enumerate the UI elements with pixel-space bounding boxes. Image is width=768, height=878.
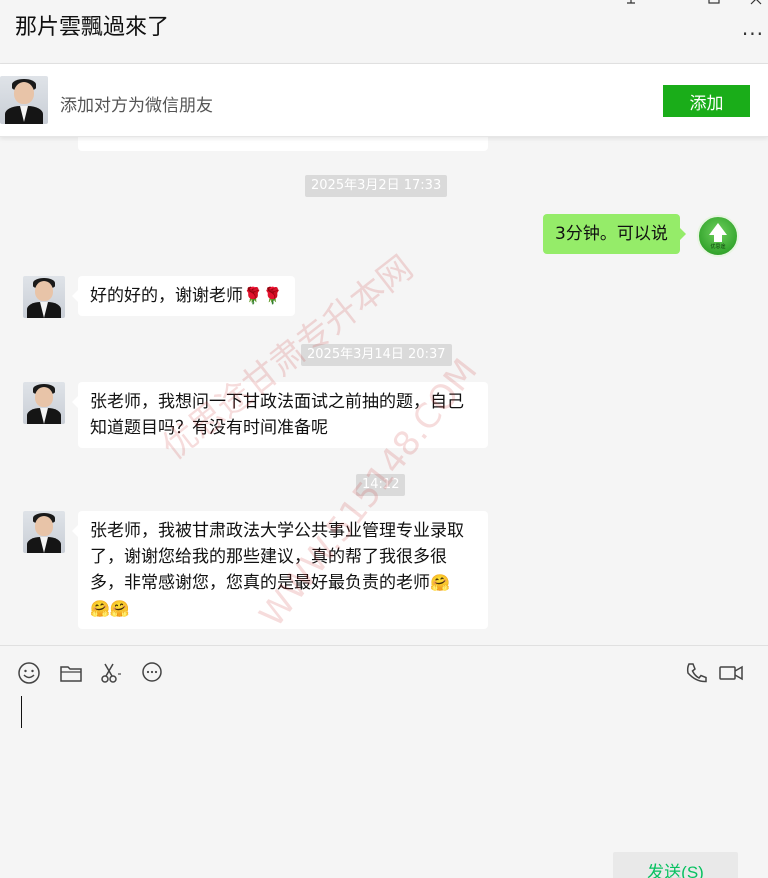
message-bubble-partial xyxy=(78,137,488,151)
title-bar: 那片雲飄過來了 ··· xyxy=(0,0,768,64)
rose-emoji-icon: 🌹🌹 xyxy=(243,286,283,305)
received-message-bubble[interactable]: 好的好的，谢谢老师🌹🌹 xyxy=(72,276,295,316)
message-text: 3分钟。可以说 xyxy=(555,224,668,244)
message-composer[interactable]: 发送(S) xyxy=(0,645,768,878)
message-line: 张老师，我想问一下甘政法面试之前抽的题，自己 xyxy=(90,392,464,412)
sender-avatar[interactable] xyxy=(23,382,65,424)
self-avatar[interactable]: 优思途 xyxy=(697,215,739,257)
folder-icon[interactable] xyxy=(58,660,84,686)
maximize-icon[interactable] xyxy=(704,0,724,12)
timestamp: 14:12 xyxy=(356,474,406,496)
add-friend-prompt: 添加对方为微信朋友 xyxy=(60,96,213,116)
message-line: 张老师，我被甘肃政法大学公共事业管理专业录取 xyxy=(90,521,464,541)
message-line: 知道题目吗？有没有时间准备呢 xyxy=(90,418,328,438)
minimize-icon[interactable] xyxy=(663,0,683,10)
close-icon[interactable] xyxy=(746,0,766,12)
hug-emoji-icon: 🤗 xyxy=(430,573,450,592)
message-line: 了，谢谢您给我的那些建议，真的帮了我很多很 xyxy=(90,547,447,567)
add-friend-button[interactable]: 添加 xyxy=(663,85,750,117)
sender-avatar[interactable] xyxy=(23,276,65,318)
text-cursor xyxy=(21,696,22,728)
message-line: 多，非常感谢您，您真的是最好最负责的老师 xyxy=(90,573,430,593)
self-avatar-label: 优思途 xyxy=(710,244,726,250)
sent-message-bubble[interactable]: 3分钟。可以说 xyxy=(543,214,686,254)
message-text: 好的好的，谢谢老师 xyxy=(90,286,243,306)
chat-title: 那片雲飄過來了 xyxy=(15,15,170,40)
timestamp: 2025年3月2日 17:33 xyxy=(305,175,448,197)
add-friend-bar: 添加对方为微信朋友 添加 xyxy=(0,64,768,137)
pin-icon[interactable] xyxy=(621,0,641,12)
received-message-bubble[interactable]: 张老师，我想问一下甘政法面试之前抽的题，自己 知道题目吗？有没有时间准备呢 xyxy=(72,382,488,448)
chat-bubble-icon[interactable] xyxy=(139,660,165,686)
chat-history[interactable]: 2025年3月2日 17:33 3分钟。可以说 优思途 好的好的，谢谢老师🌹🌹 … xyxy=(0,137,768,645)
hug-emoji-icon: 🤗🤗 xyxy=(90,599,130,618)
video-icon[interactable] xyxy=(718,660,744,686)
send-button[interactable]: 发送(S) xyxy=(613,852,738,878)
more-options-icon[interactable]: ··· xyxy=(742,22,764,46)
sender-avatar[interactable] xyxy=(23,511,65,553)
timestamp: 2025年3月14日 20:37 xyxy=(301,344,452,366)
phone-icon[interactable] xyxy=(683,660,709,686)
contact-avatar[interactable] xyxy=(0,76,48,124)
scissors-icon[interactable] xyxy=(97,660,123,686)
emoji-icon[interactable] xyxy=(16,660,42,686)
received-message-bubble[interactable]: 张老师，我被甘肃政法大学公共事业管理专业录取 了，谢谢您给我的那些建议，真的帮了… xyxy=(72,511,488,629)
